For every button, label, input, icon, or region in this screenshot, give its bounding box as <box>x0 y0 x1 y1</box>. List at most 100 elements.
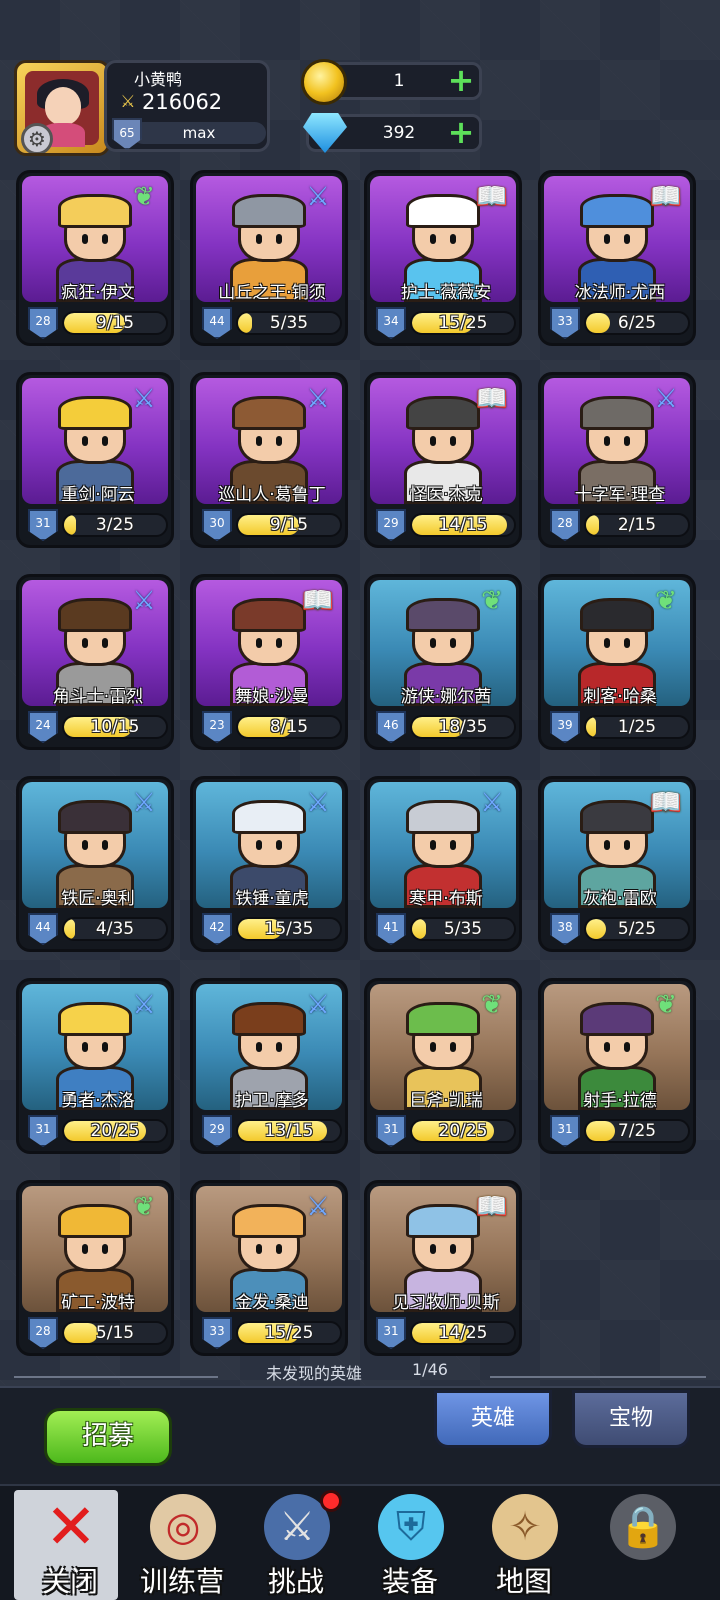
hero-eye <box>102 234 108 244</box>
hero-card[interactable]: 📖 护士·薇薇安 15/25 34 <box>364 170 522 346</box>
hero-eye <box>430 840 436 850</box>
diamond-icon <box>303 113 347 153</box>
hero-hair <box>580 1002 654 1036</box>
hero-progress-text: 13/15 <box>264 1121 314 1141</box>
nav-locked[interactable]: 🔒 <box>586 1490 698 1600</box>
hero-card[interactable]: ⚔ 重剑·阿云 3/25 31 <box>16 372 174 548</box>
hero-level-shield-icon: 34 <box>376 307 406 339</box>
sword-class-icon: ⚔ <box>306 384 330 414</box>
add-gems-button[interactable]: + <box>447 116 475 148</box>
hero-card[interactable]: 📖 冰法师·尤西 6/25 33 <box>538 170 696 346</box>
hero-eye <box>102 840 108 850</box>
hero-hair <box>232 800 306 834</box>
hero-card[interactable]: ⚔ 山丘之王·铜须 5/35 44 <box>190 170 348 346</box>
hero-eye <box>276 1244 282 1254</box>
hero-card[interactable]: ⚔ 十字军·理查 2/15 28 <box>538 372 696 548</box>
hero-stats: 5/35 44 <box>196 305 342 339</box>
nav-training[interactable]: ◎ 训练营 <box>126 1490 238 1600</box>
hero-progress-text: 7/25 <box>617 1121 657 1141</box>
tab-heroes[interactable]: 英雄 <box>434 1390 552 1448</box>
sword-class-icon: ⚔ <box>654 384 678 414</box>
hero-progress-text: 1/25 <box>617 717 657 737</box>
hero-card[interactable]: ⚔ 金发·桑迪 15/25 33 <box>190 1180 348 1356</box>
hero-card[interactable]: ❦ 巨斧·凯瑞 20/25 31 <box>364 978 522 1154</box>
hero-card[interactable]: ❦ 刺客·哈桑 1/25 39 <box>538 574 696 750</box>
hero-card[interactable]: 📖 灰袍·雷欧 5/25 38 <box>538 776 696 952</box>
wing-class-icon: ❦ <box>481 586 503 616</box>
hero-name: 见习牧师·贝斯 <box>392 1293 500 1312</box>
hero-card[interactable]: ⚔ 铁锤·童虎 15/35 42 <box>190 776 348 952</box>
hero-name: 巨斧·凯瑞 <box>409 1091 483 1110</box>
hero-progress-text: 5/25 <box>617 919 657 939</box>
hero-shard-progress: 15/35 <box>236 917 342 941</box>
hero-shard-progress: 13/15 <box>236 1119 342 1143</box>
hero-card[interactable]: 📖 舞娘·沙曼 8/15 23 <box>190 574 348 750</box>
nav-close[interactable]: ✕ 关闭 <box>14 1490 118 1600</box>
hero-name: 勇者·杰洛 <box>61 1091 135 1110</box>
book-class-icon: 📖 <box>649 788 683 818</box>
hero-stats: 15/25 34 <box>370 305 516 339</box>
hero-hair <box>580 598 654 632</box>
hero-card[interactable]: ⚔ 护卫·摩多 13/15 29 <box>190 978 348 1154</box>
hero-eye <box>604 1042 610 1052</box>
hero-hair <box>58 800 132 834</box>
hero-card[interactable]: ❦ 疯狂·伊文 9/15 28 <box>16 170 174 346</box>
hero-card[interactable]: ⚔ 铁匠·奥利 4/35 44 <box>16 776 174 952</box>
hero-name: 重剑·阿云 <box>61 485 135 504</box>
hero-card[interactable]: ❦ 射手·拉德 7/25 31 <box>538 978 696 1154</box>
hero-level: 38 <box>557 920 573 934</box>
hero-hair <box>580 396 654 430</box>
gold-counter: 1 + <box>301 59 482 105</box>
hero-eye <box>256 1244 262 1254</box>
hero-level: 30 <box>209 516 225 530</box>
hero-stats: 20/25 31 <box>370 1113 516 1147</box>
hero-eye <box>624 1042 630 1052</box>
hero-card[interactable]: 📖 怪医·杰克 14/15 29 <box>364 372 522 548</box>
hero-name: 游侠·娜尔茜 <box>400 687 492 706</box>
undiscovered-heroes: 未发现的英雄 1/46 <box>0 1358 720 1384</box>
hero-eye <box>82 1042 88 1052</box>
add-gold-button[interactable]: + <box>447 64 475 96</box>
hero-eye <box>276 1042 282 1052</box>
hero-card[interactable]: 📖 见习牧师·贝斯 14/25 31 <box>364 1180 522 1356</box>
hero-shard-progress: 20/25 <box>62 1119 168 1143</box>
hero-card[interactable]: ⚔ 巡山人·葛鲁丁 9/15 30 <box>190 372 348 548</box>
hero-progress-text: 15/25 <box>264 1323 314 1343</box>
hero-card[interactable]: ⚔ 寒甲·布斯 5/35 41 <box>364 776 522 952</box>
hero-name: 角斗士·雷烈 <box>52 687 144 706</box>
book-class-icon: 📖 <box>475 182 509 212</box>
hero-stats: 6/25 33 <box>544 305 690 339</box>
hero-progress-text: 14/25 <box>438 1323 488 1343</box>
nav-challenge[interactable]: ⚔ 挑战 <box>240 1490 352 1600</box>
hero-stats: 9/15 30 <box>196 507 342 541</box>
hero-shard-progress: 2/15 <box>584 513 690 537</box>
hero-stats: 3/25 31 <box>22 507 168 541</box>
hero-progress-text: 2/15 <box>617 515 657 535</box>
divider-right <box>490 1376 706 1378</box>
player-avatar[interactable]: ⚙ <box>14 60 110 156</box>
hero-card[interactable]: ❦ 游侠·娜尔茜 18/35 46 <box>364 574 522 750</box>
hero-progress-text: 4/35 <box>95 919 135 939</box>
hero-portrait: ⚔ 山丘之王·铜须 <box>196 176 342 302</box>
hero-level: 23 <box>209 718 225 732</box>
gem-counter: 392 + <box>303 113 482 153</box>
hero-progress-text: 6/25 <box>617 313 657 333</box>
hero-progress-text: 20/25 <box>90 1121 140 1141</box>
hero-level-shield-icon: 31 <box>376 1317 406 1349</box>
hero-card[interactable]: ⚔ 勇者·杰洛 20/25 31 <box>16 978 174 1154</box>
hero-name: 护士·薇薇安 <box>400 283 492 302</box>
hero-hair <box>232 598 306 632</box>
hero-eye <box>276 234 282 244</box>
hero-stats: 14/25 31 <box>370 1315 516 1349</box>
tab-treasure[interactable]: 宝物 <box>572 1390 690 1448</box>
nav-map[interactable]: ✧ 地图 <box>468 1490 580 1600</box>
nav-challenge-label: 挑战 <box>267 1565 324 1598</box>
hero-card[interactable]: ⚔ 角斗士·雷烈 10/15 24 <box>16 574 174 750</box>
nav-equipment[interactable]: ⛨ 装备 <box>354 1490 466 1600</box>
recruit-button[interactable]: 招募 <box>44 1408 172 1466</box>
settings-gear-icon[interactable]: ⚙ <box>21 123 53 153</box>
hero-level: 31 <box>35 516 51 530</box>
hero-level: 39 <box>557 718 573 732</box>
hero-portrait: 📖 见习牧师·贝斯 <box>370 1186 516 1312</box>
hero-card[interactable]: ❦ 矿工·波特 5/15 28 <box>16 1180 174 1356</box>
